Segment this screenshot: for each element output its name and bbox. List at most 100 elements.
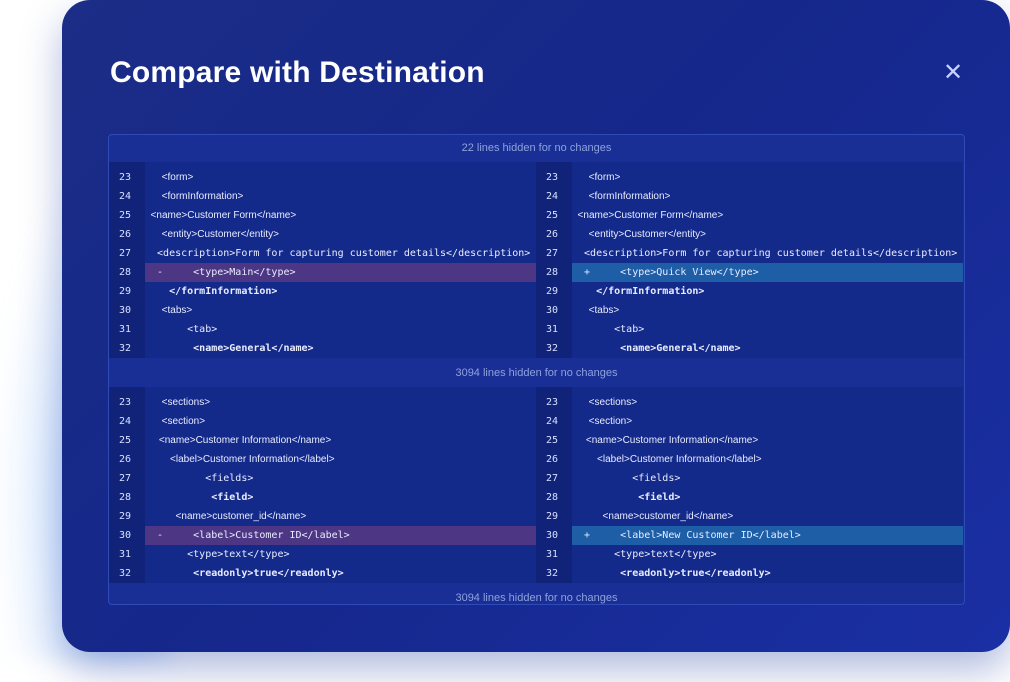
code-line[interactable]: 26 <entity>Customer</entity>	[109, 225, 536, 244]
code-line[interactable]: 27 <description>Form for capturing custo…	[109, 244, 536, 263]
line-number: 25	[119, 435, 132, 446]
line-number: 31	[546, 549, 559, 560]
code-line[interactable]: 26 <entity>Customer</entity>	[536, 225, 963, 244]
code-line[interactable]: 29 </formInformation>	[536, 282, 963, 301]
diff-block-2: 23 <sections> 24 <section> 25 <name>Custom…	[109, 387, 964, 583]
removed-line[interactable]: 28 - <type>Main</type>	[109, 263, 536, 282]
diff-viewer: 22 lines hidden for no changes 23 <form>…	[108, 134, 965, 605]
code-line[interactable]: 29 <name>customer_id</name>	[536, 507, 963, 526]
line-number: 32	[119, 343, 132, 354]
line-number: 26	[119, 454, 132, 465]
code-line[interactable]: 32 <name>General</name>	[536, 339, 963, 358]
code-text: <form>	[145, 172, 194, 183]
hidden-lines-top[interactable]: 22 lines hidden for no changes	[109, 135, 964, 161]
removed-line[interactable]: 30 - <label>Customer ID</label>	[109, 526, 536, 545]
line-number: 23	[119, 172, 132, 183]
code-text: <fields>	[572, 473, 681, 484]
code-line[interactable]: 25 <name>Customer Form</name>	[109, 206, 536, 225]
code-line[interactable]: 25 <name>Customer Information</name>	[109, 431, 536, 450]
code-text: <section>	[572, 416, 633, 427]
line-number: 23	[119, 397, 132, 408]
added-line[interactable]: 28 + <type>Quick View</type>	[536, 263, 963, 282]
code-text: <formInformation>	[572, 191, 671, 202]
code-text: <type>text</type>	[572, 549, 717, 560]
code-line[interactable]: 27 <description>Form for capturing custo…	[536, 244, 963, 263]
code-text: <tabs>	[145, 305, 193, 316]
line-number: 31	[119, 324, 132, 335]
line-number: 30	[109, 526, 145, 545]
line-number: 26	[546, 229, 559, 240]
code-text: <sections>	[572, 397, 638, 408]
code-line[interactable]: 30 <tabs>	[536, 301, 963, 320]
code-text: <sections>	[145, 397, 211, 408]
line-number: 27	[119, 248, 132, 259]
code-line[interactable]: 25 <name>Customer Form</name>	[536, 206, 963, 225]
code-text: <name>General</name>	[572, 343, 741, 354]
code-text: <tabs>	[572, 305, 620, 316]
code-line[interactable]: 28 <field>	[109, 488, 536, 507]
code-line[interactable]: 32 <readonly>true</readonly>	[536, 564, 963, 583]
line-number: 26	[119, 229, 132, 240]
line-number: 24	[546, 416, 559, 427]
close-icon[interactable]: ✕	[940, 60, 966, 86]
code-line[interactable]: 24 <section>	[536, 412, 963, 431]
code-line[interactable]: 23 <form>	[536, 168, 963, 187]
code-text: <type>text</type>	[145, 549, 290, 560]
code-text: <field>	[572, 492, 681, 503]
line-number: 25	[546, 210, 559, 221]
code-line[interactable]: 32 <name>General</name>	[109, 339, 536, 358]
code-text: <readonly>true</readonly>	[145, 568, 344, 579]
code-text: <name>Customer Form</name>	[145, 210, 297, 221]
code-line[interactable]: 31 <type>text</type>	[536, 545, 963, 564]
code-line[interactable]: 31 <type>text</type>	[109, 545, 536, 564]
code-line[interactable]: 29 <name>customer_id</name>	[109, 507, 536, 526]
code-line[interactable]: 30 <tabs>	[109, 301, 536, 320]
line-number: 25	[546, 435, 559, 446]
hidden-lines-bottom[interactable]: 3094 lines hidden for no changes	[109, 585, 964, 604]
modal-title: Compare with Destination	[110, 56, 485, 89]
code-line[interactable]: 23 <sections>	[109, 393, 536, 412]
code-line[interactable]: 31 <tab>	[536, 320, 963, 339]
code-text: <form>	[572, 172, 621, 183]
code-text: <label>Customer Information</label>	[145, 454, 335, 465]
code-line[interactable]: 24 <formInformation>	[109, 187, 536, 206]
code-line[interactable]: 26 <label>Customer Information</label>	[109, 450, 536, 469]
hidden-lines-middle[interactable]: 3094 lines hidden for no changes	[109, 360, 964, 386]
code-text: <name>General</name>	[145, 343, 314, 354]
code-line[interactable]: 23 <sections>	[536, 393, 963, 412]
diff-block-1: 23 <form> 24 <formInformation> 25 <name>Cu…	[109, 162, 964, 358]
code-line[interactable]: 27 <fields>	[536, 469, 963, 488]
code-text: + <label>New Customer ID</label>	[572, 526, 963, 545]
right-pane: 23 <form> 24 <formInformation> 25 <name>Cu…	[536, 162, 963, 358]
line-number: 23	[546, 172, 559, 183]
code-line[interactable]: 29 </formInformation>	[109, 282, 536, 301]
code-text: <tab>	[145, 324, 218, 335]
line-number: 28	[119, 492, 132, 503]
compare-modal: Compare with Destination ✕ 22 lines hidd…	[62, 0, 1010, 652]
code-line[interactable]: 31 <tab>	[109, 320, 536, 339]
code-line[interactable]: 23 <form>	[109, 168, 536, 187]
line-number: 29	[546, 286, 559, 297]
code-text: </formInformation>	[572, 286, 705, 297]
code-text: <name>customer_id</name>	[145, 511, 307, 522]
added-line[interactable]: 30 + <label>New Customer ID</label>	[536, 526, 963, 545]
code-text: <section>	[145, 416, 206, 427]
code-line[interactable]: 26 <label>Customer Information</label>	[536, 450, 963, 469]
line-number: 32	[119, 568, 132, 579]
line-number: 27	[546, 248, 559, 259]
code-line[interactable]: 27 <fields>	[109, 469, 536, 488]
line-number: 28	[536, 263, 572, 282]
code-line[interactable]: 32 <readonly>true</readonly>	[109, 564, 536, 583]
line-number: 27	[119, 473, 132, 484]
code-text: <field>	[145, 492, 254, 503]
line-number: 24	[546, 191, 559, 202]
code-line[interactable]: 24 <section>	[109, 412, 536, 431]
line-number: 23	[546, 397, 559, 408]
line-number: 29	[546, 511, 559, 522]
line-number: 26	[546, 454, 559, 465]
code-line[interactable]: 28 <field>	[536, 488, 963, 507]
code-line[interactable]: 25 <name>Customer Information</name>	[536, 431, 963, 450]
code-line[interactable]: 24 <formInformation>	[536, 187, 963, 206]
code-text: </formInformation>	[145, 286, 278, 297]
line-number: 31	[546, 324, 559, 335]
